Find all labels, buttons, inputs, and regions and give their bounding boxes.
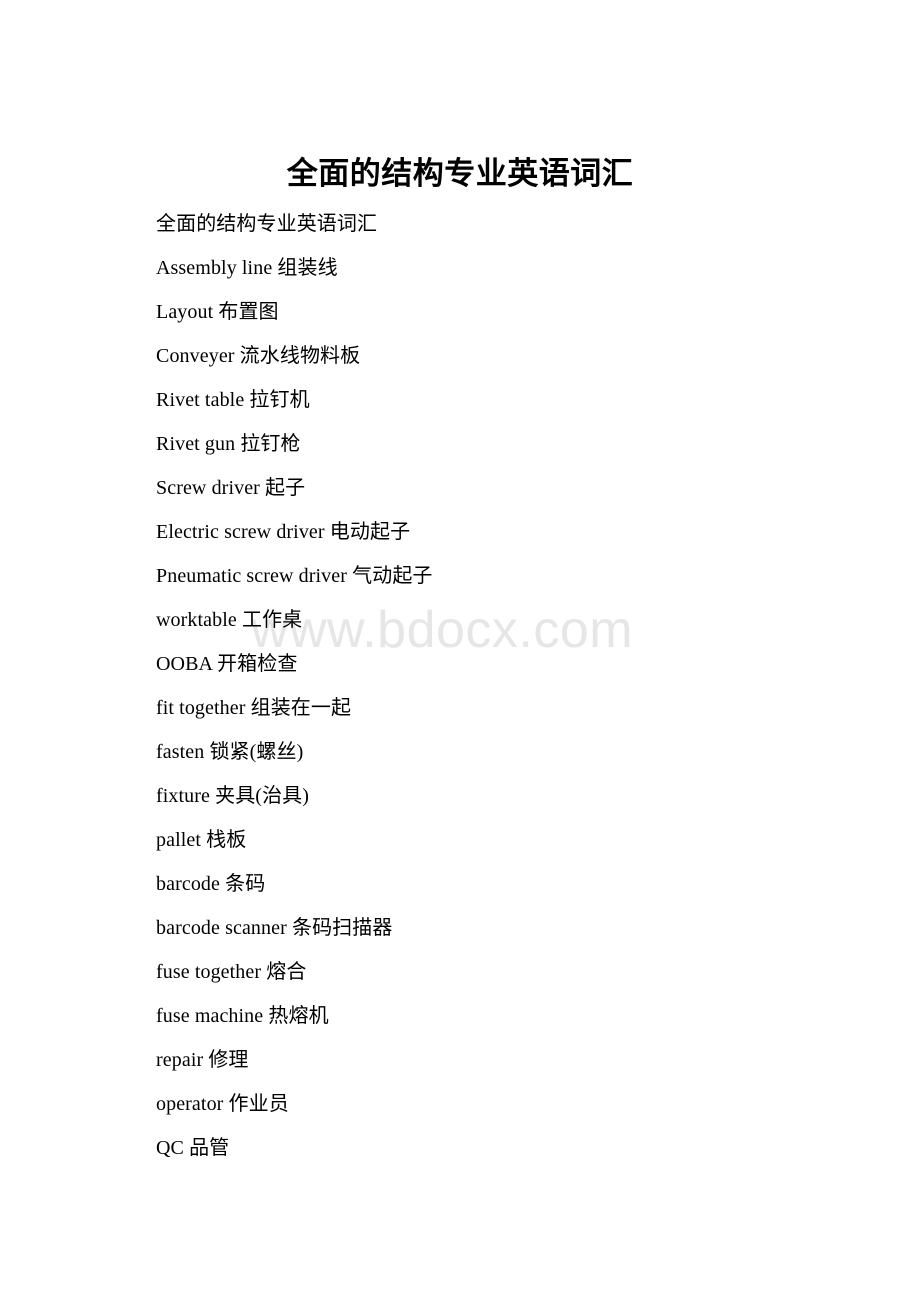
vocabulary-line: fit together 组装在一起	[156, 697, 352, 719]
vocabulary-line: barcode 条码	[156, 873, 266, 895]
vocabulary-line: pallet 栈板	[156, 829, 247, 851]
vocabulary-line: Electric screw driver 电动起子	[156, 521, 411, 543]
vocabulary-line: operator 作业员	[156, 1093, 289, 1115]
vocabulary-line: barcode scanner 条码扫描器	[156, 917, 393, 939]
vocabulary-line: Assembly line 组装线	[156, 257, 338, 279]
vocabulary-line: fixture 夹具(治具)	[156, 785, 310, 807]
vocabulary-line: Layout 布置图	[156, 301, 279, 323]
vocabulary-line: Rivet gun 拉钉枪	[156, 433, 301, 455]
page-title: 全面的结构专业英语词汇	[286, 155, 634, 191]
vocabulary-line: Screw driver 起子	[156, 477, 306, 499]
vocabulary-line: fuse machine 热熔机	[156, 1005, 329, 1027]
vocabulary-line: fuse together 熔合	[156, 961, 307, 983]
vocabulary-line: Pneumatic screw driver 气动起子	[156, 565, 433, 587]
vocabulary-line: fasten 锁紧(螺丝)	[156, 741, 304, 763]
vocabulary-line: repair 修理	[156, 1049, 249, 1071]
vocabulary-line: 全面的结构专业英语词汇	[156, 213, 378, 235]
vocabulary-line: QC 品管	[156, 1137, 230, 1159]
document-page: www.bdocx.com 全面的结构专业英语词汇 全面的结构专业英语词汇 Ass…	[0, 0, 920, 1302]
vocabulary-line: Rivet table 拉钉机	[156, 389, 310, 411]
vocabulary-line: OOBA 开箱检查	[156, 653, 298, 675]
vocabulary-line: worktable 工作桌	[156, 609, 303, 631]
vocabulary-list: 全面的结构专业英语词汇 Assembly line 组装线 Layout 布置图 Co…	[156, 209, 856, 1177]
vocabulary-line: Conveyer 流水线物料板	[156, 345, 361, 367]
